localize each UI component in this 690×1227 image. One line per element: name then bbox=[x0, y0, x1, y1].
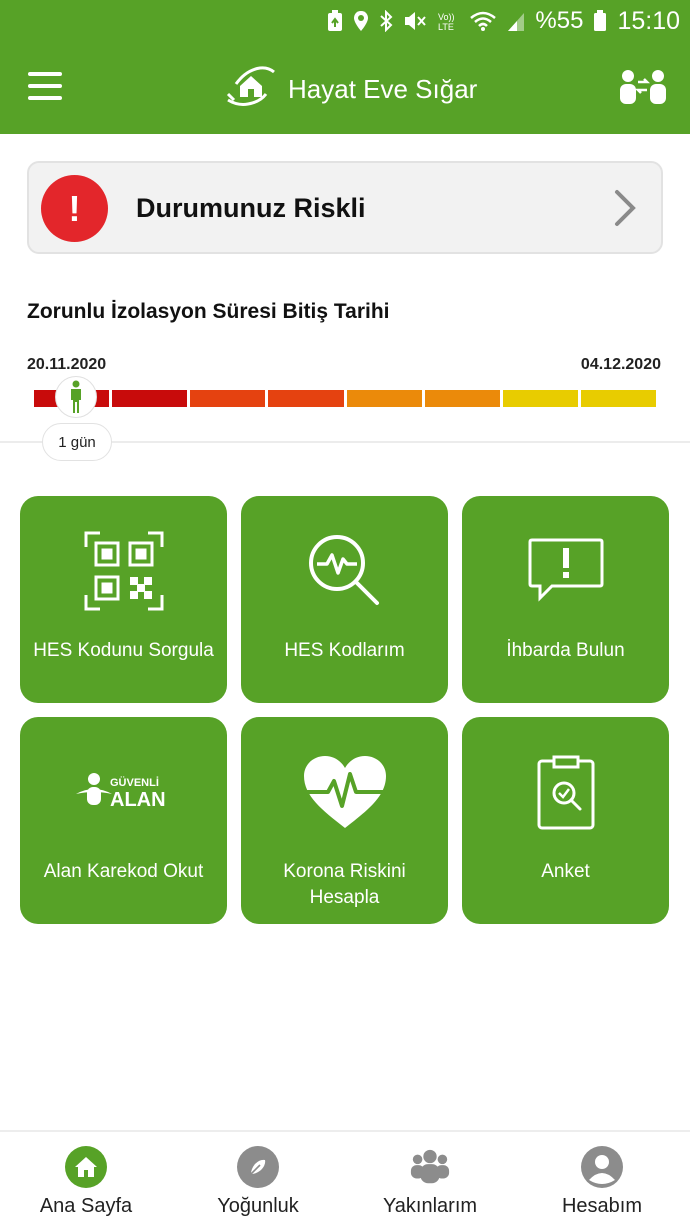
chevron-right-icon bbox=[613, 189, 637, 232]
guvenli-alan-icon: GÜVENLİ ALAN bbox=[20, 747, 227, 837]
home-icon bbox=[65, 1146, 107, 1188]
tile-area-qr[interactable]: GÜVENLİ ALAN Alan Karekod Okut bbox=[20, 717, 227, 924]
status-bar: Vo)) LTE %55 15:10 bbox=[327, 6, 680, 36]
hands-house-icon bbox=[226, 64, 276, 115]
battery-icon bbox=[593, 10, 607, 32]
progress-segment bbox=[580, 390, 656, 407]
wifi-icon bbox=[469, 10, 497, 32]
battery-saver-icon bbox=[327, 10, 343, 32]
signal-icon bbox=[507, 10, 525, 32]
isolation-progress-bar bbox=[34, 390, 656, 407]
progress-segment bbox=[502, 390, 578, 407]
isolation-title: Zorunlu İzolasyon Süresi Bitiş Tarihi bbox=[27, 300, 390, 323]
bluetooth-icon bbox=[379, 10, 393, 32]
qr-code-icon bbox=[20, 526, 227, 616]
heart-pulse-icon bbox=[241, 747, 448, 837]
svg-text:GÜVENLİ: GÜVENLİ bbox=[110, 776, 159, 789]
tile-hes-codes[interactable]: HES Kodlarım bbox=[241, 496, 448, 703]
tile-label: Korona Riskini Hesapla bbox=[283, 861, 406, 908]
search-pulse-icon bbox=[241, 526, 448, 616]
mute-icon bbox=[403, 10, 427, 32]
tile-label: HES Kodlarım bbox=[284, 640, 405, 661]
svg-text:ALAN: ALAN bbox=[110, 789, 166, 811]
app-brand: Hayat Eve Sığar bbox=[226, 64, 477, 115]
top-bar: Vo)) LTE %55 15:10 Hayat Eve Sığar bbox=[0, 0, 690, 134]
progress-segment bbox=[268, 390, 344, 407]
battery-percent: %55 bbox=[535, 7, 584, 34]
isolation-end-date: 04.12.2020 bbox=[580, 356, 661, 373]
tile-hes-query[interactable]: HES Kodunu Sorgula bbox=[20, 496, 227, 703]
progress-segment bbox=[112, 390, 188, 407]
nav-label: Ana Sayfa bbox=[39, 1195, 133, 1217]
risk-status-card[interactable]: ! Durumunuz Riskli bbox=[27, 161, 663, 254]
tile-survey[interactable]: Anket bbox=[462, 717, 669, 924]
isolation-start-date: 20.11.2020 bbox=[27, 356, 107, 373]
profile-icon bbox=[581, 1146, 623, 1188]
location-icon bbox=[353, 10, 369, 32]
days-remaining-badge: 1 gün bbox=[42, 423, 112, 461]
nav-item-home[interactable]: Ana Sayfa bbox=[0, 1144, 172, 1227]
tile-label: Alan Karekod Okut bbox=[43, 861, 204, 882]
tile-corona-risk[interactable]: Korona Riskini Hesapla bbox=[241, 717, 448, 924]
clipboard-search-icon bbox=[462, 747, 669, 837]
contacts-exchange-icon[interactable] bbox=[618, 68, 668, 106]
status-time: 15:10 bbox=[617, 6, 680, 35]
exclamation-icon: ! bbox=[41, 175, 108, 242]
nav-label: Hesabım bbox=[561, 1195, 643, 1217]
nav-label: Yoğunluk bbox=[217, 1195, 299, 1217]
hamburger-menu-icon[interactable] bbox=[28, 72, 64, 100]
volte-icon: Vo)) LTE bbox=[437, 10, 459, 32]
tile-label: İhbarda Bulun bbox=[506, 640, 625, 661]
nav-item-account[interactable]: Hesabım bbox=[516, 1144, 688, 1227]
tile-report[interactable]: İhbarda Bulun bbox=[462, 496, 669, 703]
app-title: Hayat Eve Sığar bbox=[288, 74, 478, 104]
svg-text:LTE: LTE bbox=[438, 22, 454, 32]
compass-icon bbox=[237, 1146, 279, 1188]
progress-segment bbox=[346, 390, 422, 407]
bottom-navigation: Ana Sayfa Yoğunluk Yakınlarım Hesabım bbox=[0, 1130, 690, 1227]
person-marker-icon bbox=[55, 376, 97, 418]
progress-segment bbox=[190, 390, 266, 407]
tile-label: HES Kodunu Sorgula bbox=[33, 640, 214, 661]
app-bar: Hayat Eve Sığar bbox=[0, 52, 690, 124]
tile-label: Anket bbox=[541, 861, 590, 882]
progress-segment bbox=[424, 390, 500, 407]
svg-text:Vo)): Vo)) bbox=[438, 12, 455, 22]
nav-item-relatives[interactable]: Yakınlarım bbox=[344, 1144, 516, 1227]
nav-item-density[interactable]: Yoğunluk bbox=[172, 1144, 344, 1227]
alert-message-icon bbox=[462, 526, 669, 616]
risk-status-text: Durumunuz Riskli bbox=[136, 193, 366, 223]
people-icon bbox=[409, 1146, 451, 1188]
nav-label: Yakınlarım bbox=[382, 1195, 478, 1217]
